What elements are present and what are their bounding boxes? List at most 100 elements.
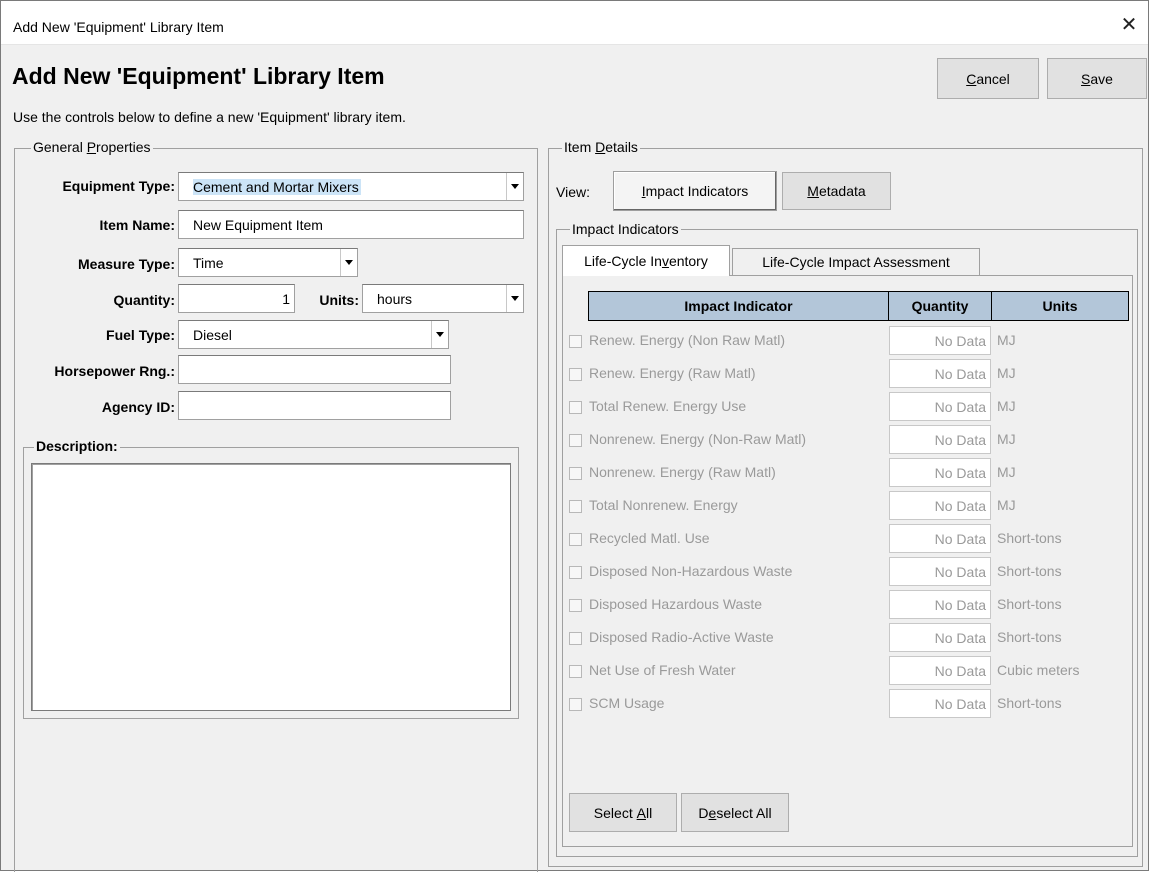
horsepower-label: Horsepower Rng.: [54,363,175,379]
indicator-label: Nonrenew. Energy (Raw Matl) [589,464,776,480]
indicator-label: Nonrenew. Energy (Non-Raw Matl) [589,431,807,447]
indicator-quantity[interactable]: No Data [889,392,991,421]
indicator-label: Net Use of Fresh Water [589,662,736,678]
indicator-label: Disposed Hazardous Waste [589,596,763,612]
column-header-impact-indicator: Impact Indicator [588,291,889,321]
metadata-accel: M [807,183,819,199]
indicator-label: SCM Usage [589,695,665,711]
impact-label: mpact Indicators [645,183,749,199]
units-select[interactable]: hours [362,284,524,313]
select-all-label: Select [593,804,637,821]
indicator-quantity[interactable]: No Data [889,656,991,685]
indicator-units: MJ [997,431,1016,447]
select-all-accel: A [636,804,646,821]
indicator-checkbox[interactable] [569,533,582,546]
legend-text: General [33,139,87,155]
fuel-type-select[interactable]: Diesel [178,320,449,349]
column-header-quantity: Quantity [888,291,992,321]
equipment-type-select[interactable]: Cement and Mortar Mixers [178,172,524,201]
chevron-down-icon[interactable] [340,249,357,276]
cancel-accel: C [966,70,977,87]
tab-label: Life-Cycle In [584,253,662,269]
indicator-quantity[interactable]: No Data [889,458,991,487]
indicator-quantity[interactable]: No Data [889,557,991,586]
indicator-units: Short-tons [997,596,1062,612]
tab-life-cycle-impact-assessment[interactable]: Life-Cycle Impact Assessment [732,248,980,275]
measure-type-select[interactable]: Time [178,248,358,277]
horsepower-input[interactable] [178,355,451,384]
chevron-down-icon[interactable] [506,173,523,200]
indicator-label: Total Renew. Energy Use [589,398,747,414]
select-all-button[interactable]: Select All [569,793,677,832]
indicator-checkbox[interactable] [569,599,582,612]
legend-text: etails [605,139,638,155]
indicator-quantity[interactable]: No Data [889,524,991,553]
indicator-quantity[interactable]: No Data [889,425,991,454]
description-label: Description: [34,438,120,454]
legend-accel: D [595,139,606,155]
save-button[interactable]: Save [1047,58,1147,99]
view-impact-indicators-button[interactable]: Impact Indicators [613,171,777,211]
indicator-checkbox[interactable] [569,335,582,348]
chevron-down-icon[interactable] [431,321,448,348]
dialog-window: Add New 'Equipment' Library Item ✕ Add N… [0,0,1149,872]
quantity-input[interactable]: 1 [178,284,295,313]
item-name-label: Item Name: [99,217,175,233]
quantity-label: Quantity: [113,292,175,308]
fuel-type-label: Fuel Type: [106,327,175,343]
indicator-units: Cubic meters [997,662,1080,678]
deselect-all-label: D [698,804,709,821]
instructions-text: Use the controls below to define a new '… [13,109,406,125]
tab-panel [562,275,1133,847]
chevron-down-icon[interactable] [506,285,523,312]
indicator-checkbox[interactable] [569,500,582,513]
indicator-checkbox[interactable] [569,467,582,480]
tab-accel: v [661,253,669,269]
indicator-quantity[interactable]: No Data [889,359,991,388]
window-title: Add New 'Equipment' Library Item [13,19,224,35]
view-label: View: [556,184,590,200]
indicator-units: Short-tons [997,530,1062,546]
indicator-quantity[interactable]: No Data [889,689,991,718]
indicator-units: MJ [997,365,1016,381]
indicator-quantity[interactable]: No Data [889,491,991,520]
save-accel: S [1081,70,1091,87]
impact-indicators-legend: Impact Indicators [570,221,681,237]
fuel-type-value: Diesel [193,326,232,343]
cancel-button[interactable]: Cancel [937,58,1039,99]
column-header-units: Units [991,291,1129,321]
indicator-checkbox[interactable] [569,665,582,678]
indicator-units: MJ [997,398,1016,414]
indicator-quantity[interactable]: No Data [889,623,991,652]
close-icon[interactable]: ✕ [1118,13,1140,35]
indicator-quantity[interactable]: No Data [889,326,991,355]
legend-text: Item [564,139,596,155]
agency-id-input[interactable] [178,391,451,420]
title-bar: Add New 'Equipment' Library Item ✕ [1,1,1148,45]
general-properties-legend: General Properties [31,139,153,155]
indicator-quantity[interactable]: No Data [889,590,991,619]
units-label: Units: [319,292,359,308]
equipment-type-value: Cement and Mortar Mixers [193,178,361,195]
indicator-checkbox[interactable] [569,632,582,645]
equipment-type-label: Equipment Type: [62,178,175,194]
select-all-label: ll [645,804,653,821]
indicator-checkbox[interactable] [569,401,582,414]
tab-label: entory [668,253,708,269]
indicator-checkbox[interactable] [569,434,582,447]
indicator-checkbox[interactable] [569,368,582,381]
indicator-units: MJ [997,332,1016,348]
description-textarea[interactable] [31,463,511,711]
indicator-checkbox[interactable] [569,566,582,579]
deselect-all-label: select All [716,804,772,821]
indicator-label: Disposed Non-Hazardous Waste [589,563,793,579]
tab-life-cycle-inventory[interactable]: Life-Cycle In v entory [562,245,730,276]
deselect-all-button[interactable]: De select All [681,793,789,832]
item-details-legend: Item Details [562,139,640,155]
view-metadata-button[interactable]: Metadata [782,172,891,210]
indicator-units: Short-tons [997,629,1062,645]
legend-text: roperties [96,139,151,155]
save-label: ave [1090,70,1113,87]
indicator-checkbox[interactable] [569,698,582,711]
item-name-input[interactable]: New Equipment Item [178,210,524,239]
